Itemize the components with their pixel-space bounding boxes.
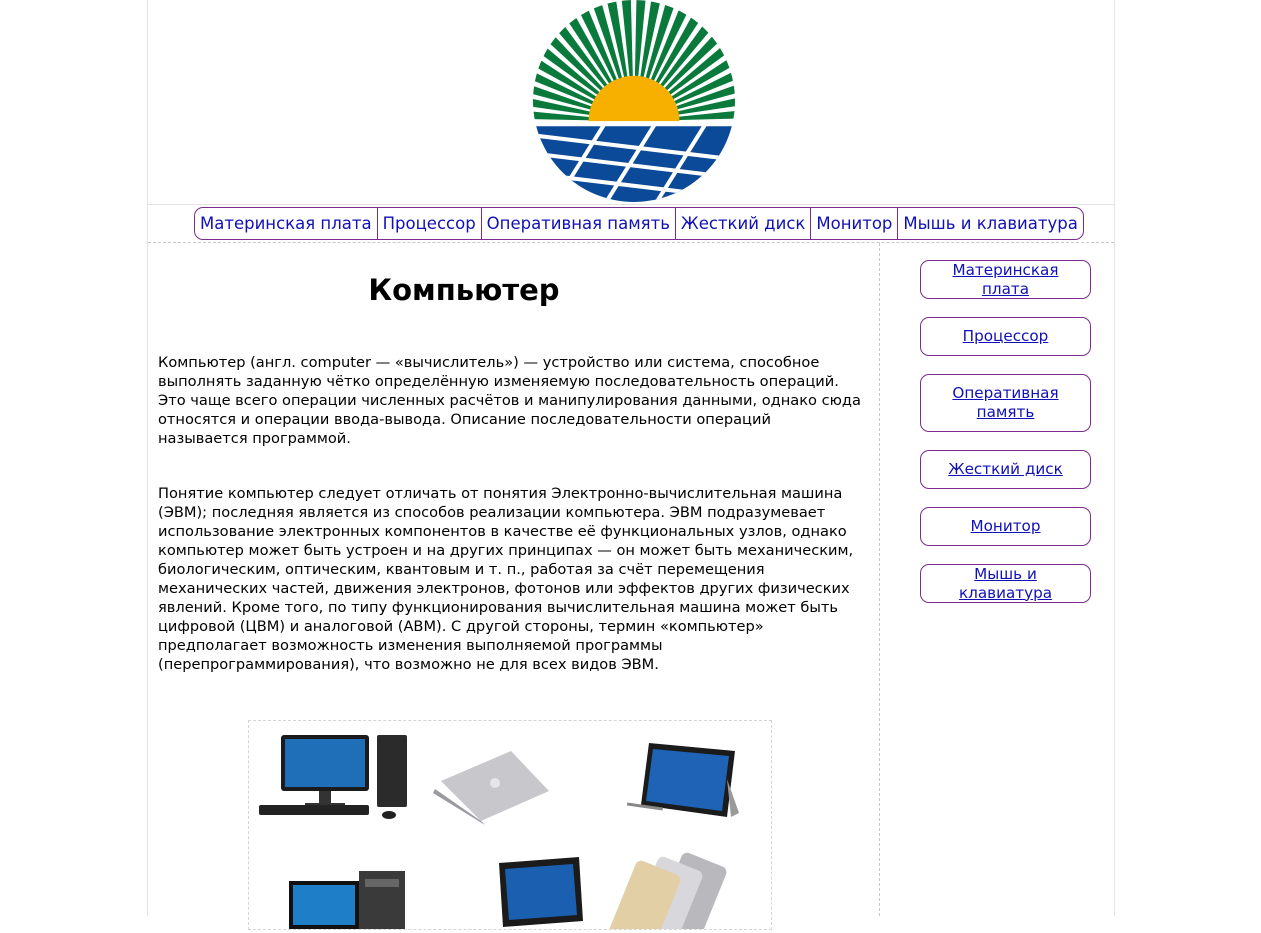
intro-paragraph: Компьютер (англ. computer — «вычислитель… — [158, 354, 861, 447]
sidebar-ram-button[interactable]: Оперативная память — [920, 374, 1091, 432]
sidebar-processor-button[interactable]: Процессор — [920, 317, 1091, 356]
sidebar-hdd-button[interactable]: Жесткий диск — [920, 450, 1091, 489]
sidebar-mouse-keyboard-button[interactable]: Мышь и клавиатура — [920, 564, 1091, 603]
sidebar-motherboard-button[interactable]: Материнская плата — [920, 260, 1091, 299]
topnav-hdd-link[interactable]: Жесткий диск — [676, 208, 812, 239]
tablet-with-stand-image — [626, 743, 739, 817]
page-container: Материнская плата Процессор Оперативная … — [147, 0, 1115, 933]
sidebar-monitor-button[interactable]: Монитор — [920, 507, 1091, 546]
site-header — [148, 0, 1114, 205]
logo — [533, 0, 735, 202]
laptop-image — [433, 751, 549, 825]
topnav-monitor-link[interactable]: Монитор — [811, 208, 899, 239]
smartphones-image — [609, 852, 727, 933]
evm-paragraph: Понятие компьютер следует отличать от по… — [158, 485, 854, 673]
main-content: Компьютер Компьютер (англ. computer — «в… — [148, 243, 880, 933]
top-nav: Материнская плата Процессор Оперативная … — [194, 207, 1084, 240]
topnav-mouse-keyboard-link[interactable]: Мышь и клавиатура — [898, 208, 1082, 239]
pc-tower-monitor-image — [289, 871, 405, 929]
topnav-motherboard-link[interactable]: Материнская плата — [195, 208, 378, 239]
top-navigation-bar: Материнская плата Процессор Оперативная … — [148, 204, 1114, 243]
desktop-pc-image — [259, 735, 407, 819]
tablet-keyboard-image — [499, 857, 583, 927]
page-title: Компьютер — [368, 273, 560, 307]
computers-gallery — [248, 720, 772, 933]
topnav-processor-link[interactable]: Процессор — [378, 208, 482, 239]
topnav-ram-link[interactable]: Оперативная память — [482, 208, 676, 239]
